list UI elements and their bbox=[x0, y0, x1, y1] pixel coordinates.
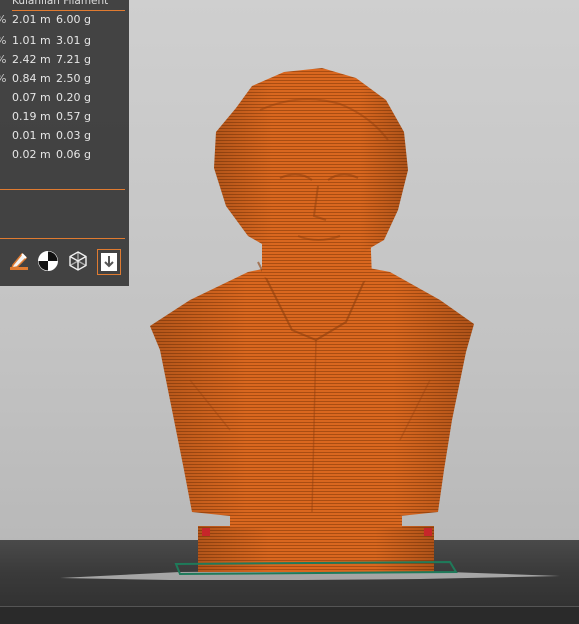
filament-length: 0.01 m bbox=[12, 129, 51, 142]
wireframe-cube-icon[interactable] bbox=[66, 249, 90, 273]
export-download-icon[interactable] bbox=[97, 249, 121, 275]
filament-weight: 7.21 g bbox=[56, 53, 91, 66]
filament-usage-panel: Kulanilan Filament % 2.01 m 6.00 g % 1.0… bbox=[0, 0, 129, 286]
filament-length: 0.02 m bbox=[12, 148, 51, 161]
panel-header: Kulanilan Filament bbox=[12, 0, 125, 11]
panel-divider bbox=[0, 189, 125, 190]
filament-weight: 0.20 g bbox=[56, 91, 91, 104]
filament-length: 0.07 m bbox=[12, 91, 51, 104]
filament-length: 1.01 m bbox=[12, 34, 51, 47]
model-bust-head bbox=[214, 68, 408, 262]
filament-weight: 0.57 g bbox=[56, 110, 91, 123]
filament-length: 2.42 m bbox=[12, 53, 51, 66]
edit-paint-icon[interactable] bbox=[7, 249, 31, 273]
filament-length: 0.84 m bbox=[12, 72, 51, 85]
panel-divider bbox=[0, 238, 125, 239]
filament-weight: 6.00 g bbox=[56, 13, 91, 26]
filament-weight: 0.03 g bbox=[56, 129, 91, 142]
filament-weight: 2.50 g bbox=[56, 72, 91, 85]
filament-weight: 3.01 g bbox=[56, 34, 91, 47]
seam-icon[interactable] bbox=[36, 249, 60, 273]
3d-viewport[interactable]: Kulanilan Filament % 2.01 m 6.00 g % 1.0… bbox=[0, 0, 579, 624]
filament-length: 0.19 m bbox=[12, 110, 51, 123]
filament-weight: 0.06 g bbox=[56, 148, 91, 161]
filament-length: 2.01 m bbox=[12, 13, 51, 26]
